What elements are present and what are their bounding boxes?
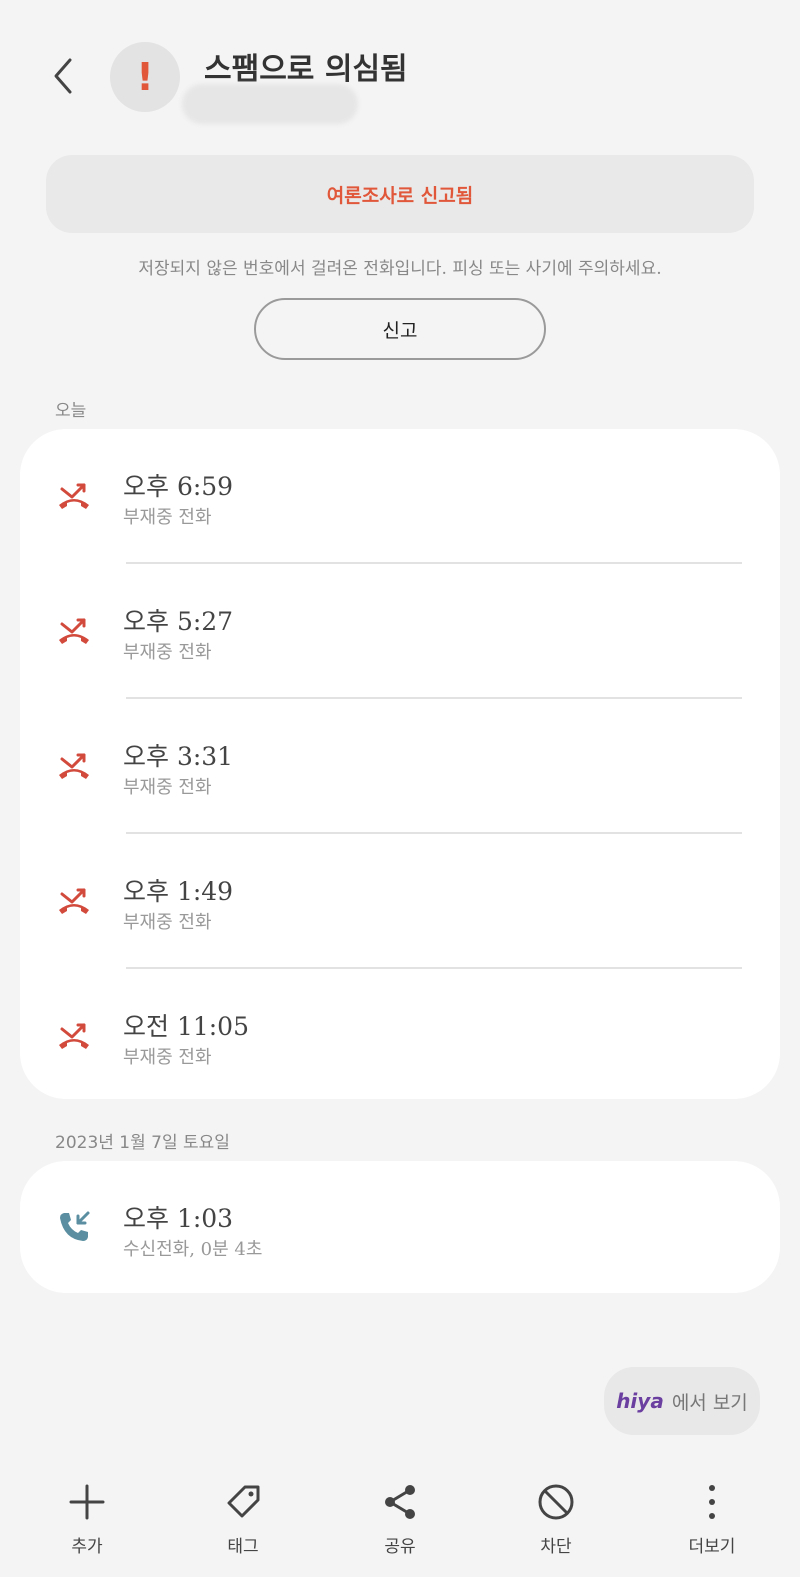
more-icon [709,1485,715,1519]
tag-label: 태그 [227,1537,259,1557]
call-time: 오후 1:03 [123,1204,234,1233]
report-button[interactable]: 신고 [254,298,546,360]
call-time: 오후 6:59 [123,472,234,501]
call-detail: 부재중 전화 [123,777,212,798]
more-label: 더보기 [688,1537,736,1557]
blurred-phone-number [182,84,358,124]
share-icon [385,1485,415,1519]
missed-call-icon [59,483,89,509]
report-banner: 여론조사로 신고됨 [46,155,754,233]
avatar: ! [110,42,180,112]
call-log-row[interactable]: 오후 1:49 부재중 전화 [20,834,780,969]
warning-text: 저장되지 않은 번호에서 걸려온 전화입니다. 피싱 또는 사기에 주의하세요. [138,259,662,279]
plus-icon [69,1484,105,1520]
call-time: 오전 11:05 [123,1012,249,1041]
page-title: 스팸으로 의심됨 [204,52,408,87]
add-label: 추가 [71,1537,103,1557]
call-detail: 부재중 전화 [123,507,212,528]
missed-call-icon [59,1023,89,1049]
call-detail: 수신전화, 0분 4초 [123,1239,263,1260]
hiya-logo: hiya [616,1389,664,1413]
block-icon [538,1484,574,1520]
report-banner-text: 여론조사로 신고됨 [326,184,474,207]
tag-button[interactable]: 태그 [183,1470,303,1557]
call-log-card-date: 오후 1:03 수신전화, 0분 4초 [20,1161,780,1293]
call-log-row[interactable]: 오후 5:27 부재중 전화 [20,564,780,699]
missed-call-icon [59,888,89,914]
chevron-left-icon [54,58,72,94]
section-label-today: 오늘 [55,401,87,421]
share-button[interactable]: 공유 [340,1470,460,1557]
view-in-hiya-button[interactable]: hiya 에서 보기 [604,1367,760,1435]
back-button[interactable] [44,52,84,100]
block-button[interactable]: 차단 [496,1470,616,1557]
call-log-row[interactable]: 오후 3:31 부재중 전화 [20,699,780,834]
header: ! 스팸으로 의심됨 [0,0,800,140]
share-label: 공유 [384,1537,416,1557]
call-log-row[interactable]: 오전 11:05 부재중 전화 [20,969,780,1104]
call-detail: 부재중 전화 [123,642,212,663]
bottom-toolbar: 추가 태그 공유 차단 더보기 [0,1470,800,1577]
call-time: 오후 1:49 [123,877,234,906]
more-button[interactable]: 더보기 [652,1470,772,1557]
incoming-call-icon [60,1211,90,1241]
block-label: 차단 [540,1537,572,1557]
call-log-row[interactable]: 오후 6:59 부재중 전화 [20,429,780,564]
hiya-button-label: 에서 보기 [671,1391,748,1414]
call-time: 오후 5:27 [123,607,234,636]
add-button[interactable]: 추가 [27,1470,147,1557]
missed-call-icon [59,618,89,644]
call-log-card-today: 오후 6:59 부재중 전화 오후 5:27 부재중 전화 오후 3:31 부재… [20,429,780,1099]
call-detail: 부재중 전화 [123,1047,212,1068]
tag-icon [227,1485,260,1518]
call-log-row[interactable]: 오후 1:03 수신전화, 0분 4초 [20,1161,780,1293]
call-time: 오후 3:31 [123,742,234,771]
section-label-date: 2023년 1월 7일 토요일 [55,1133,230,1153]
missed-call-icon [59,753,89,779]
call-detail: 부재중 전화 [123,912,212,933]
exclamation-icon: ! [136,55,154,99]
